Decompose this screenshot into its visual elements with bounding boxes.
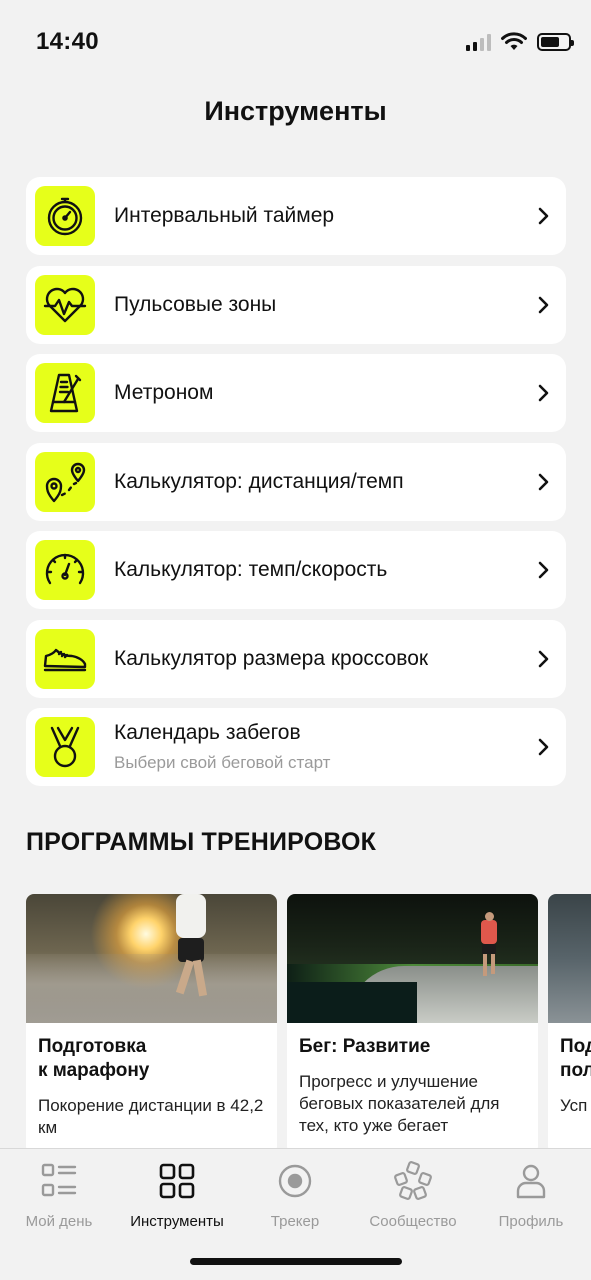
battery-icon xyxy=(537,33,574,51)
tool-label: Калькулятор: темп/скорость xyxy=(114,558,388,581)
speedometer-icon xyxy=(35,540,95,600)
record-circle-icon xyxy=(278,1164,312,1198)
program-description: Покорение дистанции в 42,2 км xyxy=(38,1096,264,1137)
tool-label: Калькулятор размера кроссовок xyxy=(114,646,429,670)
tool-label: Календарь забегов xyxy=(114,721,301,744)
wifi-icon xyxy=(501,32,527,50)
chevron-right-icon xyxy=(538,473,549,490)
tool-text: Интервальный таймер xyxy=(114,204,536,228)
program-title-line: к марафону xyxy=(38,1060,150,1081)
tool-label: Калькулятор: дистанция/темп xyxy=(114,469,404,493)
tool-text: Пульсовые зоны xyxy=(114,293,536,317)
four-squares-icon xyxy=(159,1163,195,1199)
medal-icon xyxy=(35,717,95,777)
tool-row-pace-speed[interactable]: Калькулятор: темп/скорость xyxy=(26,531,566,609)
tool-text: Калькулятор: темп/скорость xyxy=(114,558,536,582)
program-title-line: пол xyxy=(560,1060,591,1081)
chevron-right-icon xyxy=(538,738,549,756)
community-icon xyxy=(394,1161,432,1200)
tab-profile[interactable]: Профиль xyxy=(472,1161,590,1230)
grid-list-icon xyxy=(41,1163,77,1197)
tab-label: Инструменты xyxy=(130,1213,224,1230)
program-title: Бег: Развитие xyxy=(287,1023,538,1059)
status-icons xyxy=(466,32,574,52)
program-image xyxy=(548,894,591,1023)
chevron-right-icon xyxy=(538,296,549,313)
program-card-marathon[interactable]: Подготовка к марафону Покорение дистанци… xyxy=(26,894,277,1154)
metronome-icon xyxy=(35,363,95,423)
chevron-right-icon xyxy=(538,207,549,225)
tool-row-race-calendar[interactable]: Календарь забегов Выбери свой беговой ст… xyxy=(26,708,566,786)
program-description: Прогресс и улучшение беговых показателей… xyxy=(299,1072,500,1135)
tool-row-heart-zones[interactable]: Пульсовые зоны xyxy=(26,265,566,344)
programs-section-title: ПРОГРАММЫ ТРЕНИРОВОК xyxy=(26,828,377,856)
tab-tools[interactable]: Инструменты xyxy=(118,1161,236,1230)
tool-label: Метроном xyxy=(114,381,214,404)
status-time: 14:40 xyxy=(36,28,99,55)
program-card-partial[interactable]: Под пол Усп дис xyxy=(548,894,591,1154)
program-description: Усп дис xyxy=(560,1096,591,1115)
chevron-right-icon xyxy=(538,650,549,667)
program-title: Подготовка к марафону xyxy=(26,1023,277,1083)
route-pin-icon xyxy=(35,451,95,512)
program-title-line: Бег: Развитие xyxy=(299,1036,431,1057)
program-card-development[interactable]: Бег: Развитие Прогресс и улучшение бегов… xyxy=(287,894,538,1154)
chevron-right-icon xyxy=(538,561,549,579)
tab-label: Мой день xyxy=(25,1213,93,1230)
status-bar: 14:40 xyxy=(0,0,591,86)
person-icon xyxy=(516,1164,546,1199)
stopwatch-icon xyxy=(35,186,95,246)
cellular-signal-icon xyxy=(466,33,491,51)
tool-label: Интервальный таймер xyxy=(114,204,335,227)
chevron-right-icon xyxy=(538,384,549,402)
page-title: Инструменты xyxy=(204,96,387,126)
program-image xyxy=(26,894,277,1023)
tool-text: Калькулятор размера кроссовок xyxy=(114,647,536,671)
tab-my-day[interactable]: Мой день xyxy=(0,1161,118,1230)
program-title: Под пол xyxy=(548,1023,591,1083)
tab-label: Профиль xyxy=(498,1213,564,1230)
program-title-line: Под xyxy=(560,1036,591,1057)
tool-text: Калькулятор: дистанция/темп xyxy=(114,470,536,494)
tool-text: Метроном xyxy=(114,381,536,405)
program-title-line: Подготовка xyxy=(38,1036,147,1057)
tab-community[interactable]: Сообщество xyxy=(354,1161,472,1230)
tools-list: Интервальный таймер Пульсовые зоны Метро… xyxy=(26,177,566,797)
heart-pulse-icon xyxy=(35,274,95,335)
tool-text: Календарь забегов Выбери свой беговой ст… xyxy=(114,721,536,773)
tab-label: Сообщество xyxy=(369,1213,457,1230)
program-image xyxy=(287,894,538,1023)
home-indicator xyxy=(190,1258,402,1265)
tab-label: Трекер xyxy=(270,1213,320,1230)
tool-row-distance-pace[interactable]: Калькулятор: дистанция/темп xyxy=(26,442,566,521)
tool-label: Пульсовые зоны xyxy=(114,292,277,316)
tool-row-interval-timer[interactable]: Интервальный таймер xyxy=(26,177,566,255)
tool-row-sneaker-size[interactable]: Калькулятор размера кроссовок xyxy=(26,619,566,698)
sneaker-icon xyxy=(35,628,95,689)
programs-carousel[interactable]: Подготовка к марафону Покорение дистанци… xyxy=(26,894,591,1154)
tab-tracker[interactable]: Трекер xyxy=(236,1161,354,1230)
tool-row-metronome[interactable]: Метроном xyxy=(26,354,566,432)
tool-subtitle: Выбери свой беговой старт xyxy=(114,753,331,772)
